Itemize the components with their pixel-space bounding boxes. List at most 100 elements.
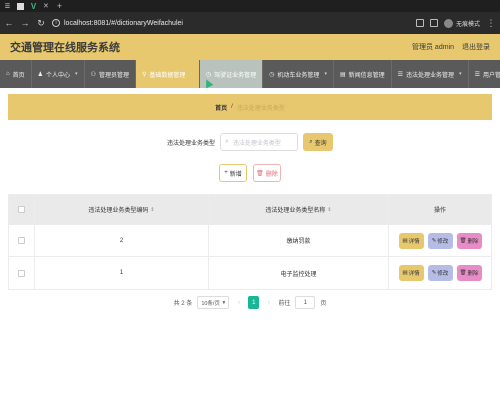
clock-icon: ◷ — [205, 71, 212, 78]
menu-item-profile[interactable]: ♟ 个人中心 ▾ — [32, 60, 85, 88]
search-icon: ⌕ — [309, 138, 313, 145]
profile-label: 无痕模式 — [455, 21, 480, 28]
search-label: 违法处理业务类型 — [166, 140, 215, 147]
column-header-name[interactable]: 违法处理业务类型名称 ⇕ — [209, 195, 389, 224]
menu-item-label: 新闻信息管理 — [348, 72, 385, 79]
column-header-ops: 操作 — [389, 195, 491, 224]
forward-icon[interactable]: → — [20, 18, 30, 28]
edit-button[interactable]: ✎ 修改 — [427, 232, 453, 249]
user-icon: ♟ — [37, 71, 44, 78]
url-text: localhost:8081/#/dictionaryWeifachulei — [64, 19, 183, 27]
menu-icon[interactable]: ☰ — [4, 3, 11, 10]
vue-tab-icon[interactable]: V — [30, 2, 37, 11]
add-label: 新增 — [229, 171, 242, 178]
query-button[interactable]: ⌕ 查询 — [303, 133, 333, 151]
reload-icon[interactable]: ↻ — [36, 18, 46, 29]
table-row: 1 电子监控处理 ▤ 详情 ✎ 修改 🗑 删除 — [9, 257, 491, 289]
trash-icon: 🗑 — [256, 170, 264, 177]
page-number[interactable]: 1 — [248, 296, 260, 309]
users-icon: ⚇ — [90, 71, 96, 78]
menu-item-home[interactable]: ⌂ 首页 — [0, 60, 32, 88]
chevron-down-icon: ▾ — [190, 71, 193, 77]
delete-label: 删除 — [467, 271, 479, 277]
menu-item-vehicle[interactable]: ◷ 机动车业务管理 ▾ — [263, 60, 334, 88]
detail-icon: ▤ — [402, 270, 408, 276]
close-tab-icon[interactable]: ✕ — [43, 2, 49, 10]
breadcrumb: 首页 / 违法处理业务类型 — [8, 94, 492, 120]
new-tab-icon[interactable]: + — [57, 1, 62, 11]
page-size-select[interactable]: 10条/页 ▾ — [197, 296, 230, 309]
menu-item-label: 驾驶证业务管理 — [214, 72, 257, 79]
trash-icon: 🗑 — [459, 237, 467, 244]
chevron-down-icon: ▾ — [459, 71, 462, 77]
add-button[interactable]: + 新增 — [219, 164, 247, 182]
edit-button[interactable]: ✎ 修改 — [427, 265, 453, 281]
split-view-icon[interactable] — [429, 19, 438, 27]
column-header-label: 操作 — [433, 208, 446, 214]
cell-code: 2 — [35, 225, 209, 256]
tab-square-icon[interactable] — [17, 2, 24, 10]
menu-item-label: 个人中心 — [46, 72, 71, 79]
menu-item-basic-data[interactable]: ⚲ 基础数据管理 ▾ — [135, 60, 200, 88]
delete-label: 删除 — [467, 238, 479, 245]
search-bar: 违法处理业务类型 ⌕ 违法处理业务类型 ⌕ 查询 — [0, 133, 500, 151]
location-icon: ⚲ — [141, 71, 147, 78]
delete-label: 删除 — [265, 171, 278, 178]
next-page-icon[interactable]: › — [264, 300, 273, 306]
menu-item-admins[interactable]: ⚇ 管理员管理 — [85, 60, 136, 88]
breadcrumb-separator: / — [231, 104, 233, 110]
row-checkbox[interactable] — [18, 237, 25, 244]
logout-link[interactable]: 退出登录 — [462, 42, 490, 52]
menu-item-users[interactable]: ☰ 用户管理 — [469, 60, 500, 88]
select-all-checkbox[interactable] — [18, 206, 25, 213]
sort-icon[interactable]: ⇕ — [327, 207, 331, 213]
cell-name: 电子监控处理 — [209, 257, 389, 289]
news-icon: ▤ — [339, 71, 346, 78]
row-delete-button[interactable]: 🗑 删除 — [456, 265, 482, 281]
menu-item-label: 违法处理业务管理 — [406, 72, 455, 79]
breadcrumb-home[interactable]: 首页 — [215, 103, 227, 112]
column-header-code[interactable]: 违法处理业务类型编码 ⇕ — [35, 195, 209, 224]
list-icon: ☰ — [474, 71, 480, 78]
site-info-icon[interactable]: i — [52, 19, 60, 27]
home-icon: ⌂ — [6, 71, 10, 77]
edit-icon: ✎ — [431, 237, 437, 244]
column-header-label: 违法处理业务类型编码 — [88, 208, 149, 214]
back-icon[interactable]: ← — [4, 18, 14, 28]
action-bar: + 新增 🗑 删除 — [0, 164, 500, 182]
sort-icon[interactable]: ⇕ — [150, 207, 154, 213]
detail-label: 详情 — [408, 271, 420, 277]
breadcrumb-current: 违法处理业务类型 — [236, 105, 285, 112]
edit-icon: ✎ — [431, 270, 437, 276]
chevron-down-icon: ▾ — [222, 299, 226, 306]
detail-button[interactable]: ▤ 详情 — [398, 265, 424, 281]
detail-button[interactable]: ▤ 详情 — [398, 232, 424, 249]
detail-icon: ▤ — [402, 237, 408, 244]
menu-item-label: 用户管理 — [482, 72, 500, 79]
more-icon[interactable]: ⋮ — [486, 18, 496, 29]
cell-ops: ▤ 详情 ✎ 修改 🗑 删除 — [389, 225, 491, 256]
search-input[interactable]: ⌕ 违法处理业务类型 — [220, 133, 298, 151]
row-delete-button[interactable]: 🗑 删除 — [456, 232, 482, 249]
menu-item-news[interactable]: ▤ 新闻信息管理 — [334, 60, 392, 88]
cell-code: 1 — [35, 257, 209, 289]
menu-item-label: 机动车业务管理 — [277, 72, 320, 79]
menu-item-violation[interactable]: ☰ 违法处理业务管理 ▾ — [392, 60, 469, 88]
prev-page-icon[interactable]: ‹ — [234, 300, 243, 306]
menu-item-label: 管理员管理 — [98, 72, 129, 79]
column-header-label: 违法处理业务类型名称 — [265, 208, 326, 214]
detail-label: 详情 — [408, 238, 420, 245]
menu-item-label: 首页 — [12, 72, 25, 79]
address-bar[interactable]: i localhost:8081/#/dictionaryWeifachulei — [52, 19, 410, 27]
delete-button[interactable]: 🗑 删除 — [253, 164, 281, 182]
goto-page-input[interactable]: 1 — [295, 296, 316, 309]
cell-ops: ▤ 详情 ✎ 修改 🗑 删除 — [389, 257, 491, 289]
clock-icon: ◷ — [269, 71, 275, 78]
reader-icon[interactable] — [415, 19, 424, 27]
browser-tab-strip: ☰ V ✕ + — [0, 0, 500, 12]
incognito-icon — [443, 18, 453, 28]
row-checkbox[interactable] — [18, 269, 25, 277]
profile-button[interactable]: 无痕模式 — [443, 18, 480, 28]
search-icon: ⌕ — [225, 138, 229, 145]
page-size-value: 10条/页 — [201, 300, 220, 307]
